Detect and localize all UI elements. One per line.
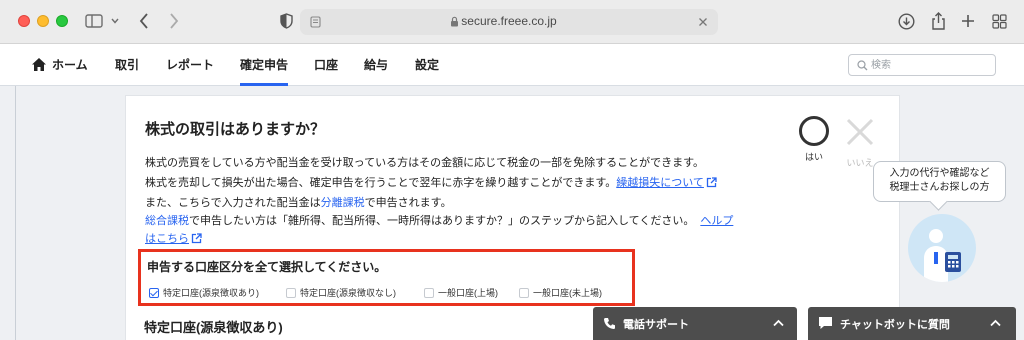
clear-url-icon[interactable] bbox=[698, 17, 708, 27]
option-label: 一般口座(上場) bbox=[438, 288, 498, 298]
circle-icon bbox=[799, 116, 829, 146]
nav-accounts[interactable]: 口座 bbox=[314, 44, 338, 86]
chevron-up-icon[interactable] bbox=[773, 319, 784, 327]
browser-toolbar: secure.freee.co.jp bbox=[0, 0, 1024, 44]
forward-button[interactable] bbox=[166, 10, 182, 32]
external-link-icon bbox=[191, 233, 202, 244]
description-line-2: 株式を売却して損失が出た場合、確定申告を行うことで翌年に赤字を繰り越すことができ… bbox=[145, 174, 717, 190]
phone-support-label: 電話サポート bbox=[623, 319, 689, 331]
nav-payroll[interactable]: 給与 bbox=[364, 44, 388, 86]
sidebar-toggle-button[interactable] bbox=[84, 10, 104, 32]
advisor-text-line-1: 入力の代行や確認など bbox=[889, 168, 990, 179]
yes-label: はい bbox=[804, 153, 823, 163]
download-icon bbox=[897, 12, 915, 30]
description-line-3: また、こちらで入力された配当金は分離課税で申告されます。 bbox=[145, 194, 452, 210]
checkbox[interactable] bbox=[286, 287, 296, 298]
checkbox[interactable] bbox=[149, 287, 159, 298]
question-title: 株式の取引はありますか？ bbox=[145, 121, 326, 138]
no-button[interactable]: いいえ bbox=[842, 116, 878, 169]
new-tab-button[interactable] bbox=[959, 10, 977, 32]
option-general-listed[interactable]: 一般口座(上場) bbox=[424, 286, 498, 299]
chatbot-label: チャットボットに質問 bbox=[840, 319, 950, 331]
help-link[interactable]: ヘルプ bbox=[700, 215, 733, 227]
description-text: で申告されます。 bbox=[364, 197, 452, 209]
option-general-unlisted[interactable]: 一般口座(未上場) bbox=[519, 286, 602, 299]
sidebar-icon bbox=[85, 14, 103, 28]
home-icon[interactable] bbox=[31, 57, 47, 72]
close-window-button[interactable] bbox=[18, 15, 30, 27]
phone-support-panel[interactable]: 電話サポート bbox=[593, 307, 797, 340]
nav-home[interactable]: ホーム bbox=[52, 44, 88, 86]
chatbot-panel[interactable]: チャットボットに質問 bbox=[808, 307, 1016, 340]
sidebar-menu-chevron[interactable] bbox=[110, 10, 120, 32]
shield-icon bbox=[279, 13, 293, 29]
downloads-button[interactable] bbox=[896, 10, 916, 32]
checkbox[interactable] bbox=[424, 287, 434, 298]
separate-taxation-link[interactable]: 分離課税 bbox=[321, 197, 365, 209]
yes-button[interactable]: はい bbox=[796, 116, 832, 163]
advisor-speech-bubble[interactable]: 入力の代行や確認など 税理士さんお探しの方 bbox=[873, 161, 1006, 202]
chevron-right-icon bbox=[170, 13, 179, 29]
option-specified-withholding[interactable]: 特定口座(源泉徴収あり) bbox=[149, 286, 259, 299]
share-button[interactable] bbox=[928, 10, 948, 32]
selection-title: 申告する口座区分を全て選択してください。 bbox=[147, 260, 387, 274]
privacy-shield-button[interactable] bbox=[278, 10, 294, 32]
minimize-window-button[interactable] bbox=[37, 15, 49, 27]
url-text: secure.freee.co.jp bbox=[461, 14, 557, 28]
description-text: また、こちらで入力された配当金は bbox=[145, 197, 321, 209]
help-link-continued[interactable]: はこちら bbox=[145, 233, 189, 245]
section-title: 特定口座(源泉徴収あり) bbox=[144, 320, 283, 335]
phone-icon bbox=[604, 318, 615, 329]
nav-transactions[interactable]: 取引 bbox=[115, 44, 139, 86]
advisor-calculator-icon bbox=[924, 229, 961, 282]
cross-icon bbox=[846, 118, 874, 146]
address-bar[interactable]: secure.freee.co.jp bbox=[300, 9, 718, 35]
description-text: 株式を売却して損失が出た場合、確定申告を行うことで翌年に赤字を繰り越すことができ… bbox=[145, 177, 617, 189]
option-label: 一般口座(未上場) bbox=[533, 288, 602, 298]
nav-tax-return[interactable]: 確定申告 bbox=[240, 44, 289, 86]
nav-reports[interactable]: レポート bbox=[166, 44, 214, 86]
option-label: 特定口座(源泉徴収なし) bbox=[300, 288, 396, 298]
chat-bubble-icon bbox=[819, 317, 832, 329]
search-icon bbox=[857, 60, 868, 71]
checkbox[interactable] bbox=[519, 287, 529, 298]
zoom-window-button[interactable] bbox=[56, 15, 68, 27]
search-input[interactable] bbox=[871, 57, 991, 73]
search-box[interactable] bbox=[848, 54, 996, 76]
nav-settings[interactable]: 設定 bbox=[415, 44, 439, 86]
account-type-selection: 申告する口座区分を全て選択してください。 特定口座(源泉徴収あり) 特定口座(源… bbox=[138, 249, 635, 306]
comprehensive-taxation-link[interactable]: 総合課税 bbox=[145, 215, 189, 227]
back-button[interactable] bbox=[136, 10, 152, 32]
tab-overview-button[interactable] bbox=[990, 10, 1008, 32]
chevron-up-icon[interactable] bbox=[990, 319, 1001, 327]
description-line-1: 株式の売買をしている方や配当金を受け取っている方はその金額に応じて税金の一部を免… bbox=[145, 157, 705, 169]
grid-icon bbox=[991, 13, 1007, 29]
option-specified-no-withholding[interactable]: 特定口座(源泉徴収なし) bbox=[286, 286, 396, 299]
carryover-loss-link[interactable]: 繰越損失について bbox=[616, 177, 704, 189]
description-line-4: 総合課税で申告したい方は「雑所得、配当所得、一時所得はありますか？」のステップか… bbox=[145, 212, 733, 228]
description-line-5: はこちら bbox=[145, 230, 202, 246]
external-link-icon bbox=[706, 177, 717, 188]
page-edge-divider bbox=[15, 86, 16, 340]
app-navigation: ホーム 取引 レポート 確定申告 口座 給与 設定 bbox=[0, 44, 1024, 86]
chevron-left-icon bbox=[139, 13, 148, 29]
description-text: で申告したい方は「雑所得、配当所得、一時所得はありますか？」のステップから記入し… bbox=[189, 215, 695, 227]
option-label: 特定口座(源泉徴収あり) bbox=[163, 288, 259, 298]
plus-icon bbox=[962, 15, 974, 27]
share-icon bbox=[931, 12, 945, 30]
advisor-text-line-2: 税理士さんお探しの方 bbox=[889, 182, 990, 193]
advisor-avatar[interactable] bbox=[908, 214, 976, 282]
chevron-down-icon bbox=[111, 18, 119, 24]
